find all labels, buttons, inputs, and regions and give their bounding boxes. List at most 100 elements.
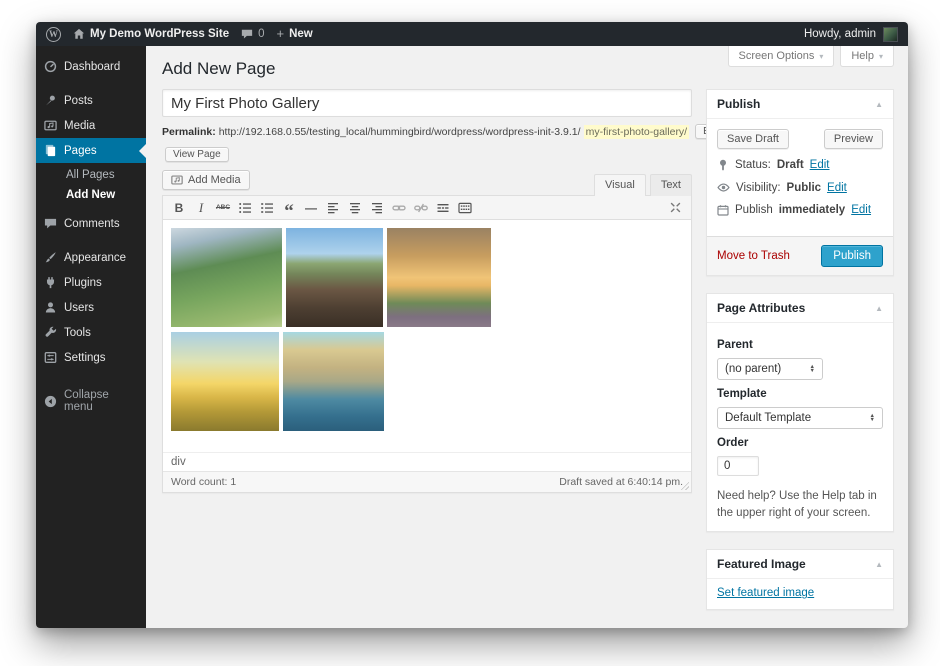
collapse-toggle-icon[interactable]: ▲ [875, 100, 883, 109]
collapse-toggle-icon[interactable]: ▲ [875, 304, 883, 313]
bold-button[interactable]: B [168, 198, 190, 218]
post-title-input[interactable] [162, 89, 692, 117]
sidebar-label: Tools [64, 327, 91, 339]
sidebar-item-pages[interactable]: Pages [36, 138, 146, 163]
gallery-row [171, 228, 683, 327]
collapse-menu-button[interactable]: Collapse menu [36, 383, 146, 419]
sidebar-label: Comments [64, 218, 120, 230]
view-page-button[interactable]: View Page [165, 147, 229, 162]
align-left-button[interactable] [322, 198, 344, 218]
fullscreen-button[interactable] [664, 198, 686, 218]
collapse-toggle-icon[interactable]: ▲ [875, 560, 883, 569]
sidebar-label: Appearance [64, 252, 126, 264]
edit-visibility-link[interactable]: Edit [827, 182, 847, 194]
link-icon [392, 201, 406, 215]
publish-box-header[interactable]: Publish ▲ [707, 90, 893, 119]
sidebar-item-tools[interactable]: Tools [36, 320, 146, 345]
move-to-trash-link[interactable]: Move to Trash [717, 250, 790, 262]
edit-schedule-link[interactable]: Edit [851, 204, 871, 216]
sidebar-item-media[interactable]: Media [36, 113, 146, 138]
sidebar-label: Pages [64, 145, 97, 157]
dashboard-gauge-icon [44, 60, 57, 73]
gallery-image-railway-tracks[interactable] [286, 228, 383, 327]
tab-visual[interactable]: Visual [594, 174, 646, 196]
pages-submenu: All Pages Add New [36, 163, 146, 211]
template-select[interactable]: Default Template ▲▼ [717, 407, 883, 429]
align-right-icon [370, 201, 384, 215]
avatar [883, 27, 898, 42]
horizontal-rule-button[interactable]: — [300, 198, 322, 218]
more-tag-button[interactable] [432, 198, 454, 218]
sidebar-item-comments[interactable]: Comments [36, 211, 146, 236]
sidebar-item-appearance[interactable]: Appearance [36, 245, 146, 270]
parent-select[interactable]: (no parent) ▲▼ [717, 358, 823, 380]
preview-button[interactable]: Preview [824, 129, 883, 149]
strikethrough-button[interactable]: ABC [212, 198, 234, 218]
sidebar-item-add-new[interactable]: Add New [36, 185, 146, 205]
sidebar-item-users[interactable]: Users [36, 295, 146, 320]
bulleted-list-button[interactable] [234, 198, 256, 218]
select-arrows-icon: ▲▼ [810, 365, 815, 374]
gallery-image-mountain-landscape[interactable] [171, 228, 282, 327]
publish-box-title: Publish [717, 97, 760, 111]
sidebar-label: Posts [64, 95, 93, 107]
calendar-icon [717, 204, 729, 216]
save-draft-button[interactable]: Save Draft [717, 129, 789, 149]
word-count: Word count: 1 [171, 476, 236, 488]
sidebar-item-all-pages[interactable]: All Pages [36, 165, 146, 185]
edit-status-link[interactable]: Edit [810, 159, 830, 171]
blockquote-button[interactable]: “ [278, 202, 300, 222]
remove-link-button[interactable] [410, 198, 432, 218]
tab-text[interactable]: Text [650, 174, 692, 196]
publish-button[interactable]: Publish [821, 245, 883, 267]
sidebar-item-plugins[interactable]: Plugins [36, 270, 146, 295]
insert-link-button[interactable] [388, 198, 410, 218]
permalink-slug[interactable]: my-first-photo-gallery/ [584, 125, 690, 139]
pages-icon [44, 144, 57, 157]
help-note: Need help? Use the Help tab in the upper… [717, 488, 883, 521]
status-label: Status: [735, 159, 771, 171]
permalink-row: Permalink: http://192.168.0.55/testing_l… [162, 124, 692, 139]
select-arrows-icon: ▲▼ [870, 414, 875, 423]
numbered-list-button[interactable] [256, 198, 278, 218]
toolbar-toggle-button[interactable] [454, 198, 476, 218]
admin-bar-comments-link[interactable]: 0 [241, 28, 264, 40]
align-center-icon [348, 201, 362, 215]
main-content: Screen Options ▾ Help ▾ Add New Page Per… [146, 46, 908, 628]
page-attributes-header[interactable]: Page Attributes ▲ [707, 294, 893, 323]
status-row: Status: Draft Edit [717, 159, 883, 171]
add-media-button[interactable]: Add Media [162, 170, 250, 190]
sidebar-item-posts[interactable]: Posts [36, 88, 146, 113]
editor-frame: B I ABC “ — [162, 195, 692, 493]
gallery-image-autumn-orchard[interactable] [387, 228, 491, 327]
editor-header: Add Media Visual Text [162, 170, 692, 195]
wordpress-logo-icon[interactable]: W [46, 27, 61, 42]
help-button[interactable]: Help ▾ [840, 46, 894, 67]
set-featured-image-link[interactable]: Set featured image [717, 587, 814, 599]
howdy-text: Howdy, admin [804, 28, 876, 40]
gallery-image-sunrise-field[interactable] [171, 332, 279, 431]
admin-bar-new-link[interactable]: + New [277, 28, 313, 40]
page-attributes-body: Parent (no parent) ▲▼ Template Default T… [707, 323, 893, 531]
align-center-button[interactable] [344, 198, 366, 218]
publish-box-body: Save Draft Preview Status: Draft Edit Vi… [707, 119, 893, 236]
more-tag-icon [436, 201, 450, 215]
order-input[interactable] [717, 456, 759, 476]
sidebar-item-dashboard[interactable]: Dashboard [36, 54, 146, 79]
gallery-image-canal-houses[interactable] [283, 332, 384, 431]
comments-icon [44, 217, 57, 230]
align-right-button[interactable] [366, 198, 388, 218]
wrench-icon [44, 326, 57, 339]
admin-bar-account[interactable]: Howdy, admin [804, 27, 898, 42]
wordpress-admin-window: W My Demo WordPress Site 0 + New Howdy, … [36, 22, 908, 628]
screen-options-button[interactable]: Screen Options ▾ [728, 46, 835, 67]
user-icon [44, 301, 57, 314]
editor-content-area[interactable] [163, 220, 691, 452]
featured-image-header[interactable]: Featured Image ▲ [707, 550, 893, 579]
italic-button[interactable]: I [190, 198, 212, 218]
sidebar-label: Settings [64, 352, 106, 364]
editor-element-path[interactable]: div [163, 452, 691, 471]
sidebar-item-settings[interactable]: Settings [36, 345, 146, 370]
site-name: My Demo WordPress Site [90, 28, 229, 40]
admin-bar-site-link[interactable]: My Demo WordPress Site [73, 28, 229, 40]
